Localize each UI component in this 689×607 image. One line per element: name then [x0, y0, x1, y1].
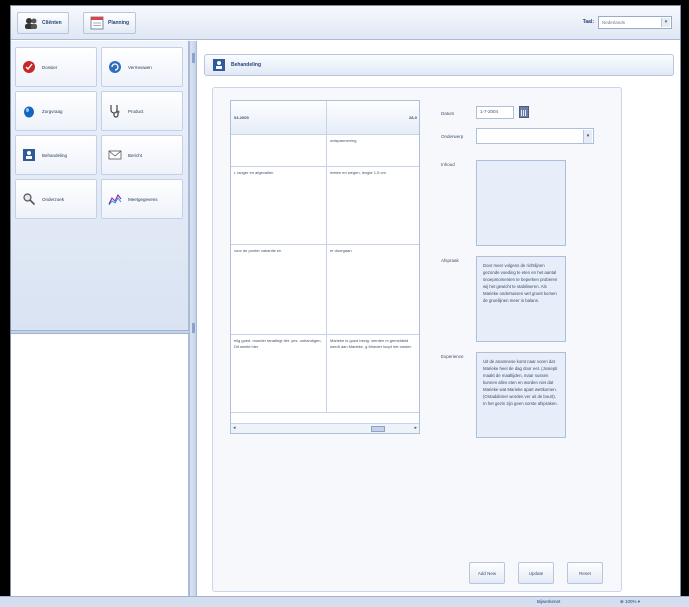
- status-text: Bijwerkenet: [537, 599, 561, 604]
- stethoscope-icon: [110, 105, 120, 118]
- vertical-splitter[interactable]: [189, 41, 197, 602]
- main-content: Behandeling 03-2005 28-0 ontspannen/ng r…: [198, 41, 680, 602]
- clients-button[interactable]: Cliënten: [17, 12, 69, 34]
- nav-item-label: Product: [128, 108, 144, 114]
- language-label: Taal:: [582, 19, 594, 25]
- datum-label: Datum: [441, 111, 455, 116]
- panel-title: Behandeling: [231, 62, 262, 68]
- scroll-right-icon[interactable]: ▸: [414, 425, 417, 431]
- nav-item-onderzoek[interactable]: Onderzoek: [15, 179, 97, 219]
- nav-item-label: Onderzoek: [42, 196, 65, 202]
- chevron-down-icon[interactable]: ▾: [661, 18, 670, 27]
- nav-item-bericht[interactable]: Bericht: [101, 135, 183, 175]
- reset-button[interactable]: Reset: [567, 562, 603, 584]
- planning-button[interactable]: Planning: [83, 12, 137, 34]
- nav-item-label: Meetgegevens: [128, 196, 158, 202]
- zoom-control[interactable]: ⊕ 100% ▾: [620, 599, 640, 605]
- chart-icon: [108, 193, 122, 206]
- treatment-form-panel: 03-2005 28-0 ontspannen/ng r, langer en …: [212, 87, 622, 592]
- inhoud-textarea[interactable]: [476, 160, 566, 246]
- table-header-cell[interactable]: 28-0: [327, 101, 419, 135]
- onderwerp-select[interactable]: ▾: [476, 128, 594, 144]
- afspraak-textarea[interactable]: Door meer volgens de richtlijnen gezonde…: [476, 256, 566, 342]
- table-cell: voor de ponter vakantie en: [231, 245, 327, 335]
- table-cell: r, langer en afgevallen: [231, 167, 327, 245]
- afspraak-label: Afspraak: [441, 258, 459, 263]
- clients-label: Cliënten: [42, 20, 62, 26]
- table-cell: [231, 135, 327, 167]
- nav-item-label: Dossier: [42, 64, 58, 70]
- nav-item-label: Bericht: [128, 152, 143, 158]
- language-select[interactable]: Nederlands ▾: [598, 16, 672, 29]
- planning-label: Planning: [108, 20, 130, 26]
- nav-item-product[interactable]: Product: [101, 91, 183, 131]
- clients-icon: [25, 18, 37, 29]
- panel-header: Behandeling: [204, 54, 674, 76]
- table-header-cell[interactable]: 03-2005: [231, 101, 327, 135]
- chevron-down-icon[interactable]: ▾: [583, 130, 592, 143]
- nav-item-label: Vermeuwen: [128, 64, 152, 70]
- envelope-icon: [108, 150, 122, 160]
- top-toolbar: Cliënten Planning Taal: Nederlands ▾: [11, 6, 680, 40]
- nav-item-label: Behandeling: [42, 152, 68, 158]
- nav-item-label: Zorgvraag: [42, 108, 63, 114]
- add-new-button[interactable]: Add New: [469, 562, 505, 584]
- nav-item-behandeling[interactable]: Behandeling: [15, 135, 97, 175]
- language-value: Nederlands: [602, 20, 626, 25]
- splitter-grip: [192, 53, 195, 63]
- dossier-icon: [23, 61, 35, 73]
- refresh-icon: [109, 61, 121, 73]
- app-window: Cliënten Planning Taal: Nederlands ▾ Dos…: [10, 5, 681, 602]
- experience-label: Experience: [441, 354, 464, 359]
- status-bar: Bijwerkenet ⊕ 100% ▾: [0, 596, 689, 607]
- nav-item-dossier[interactable]: Dossier: [15, 47, 97, 87]
- planning-icon: [90, 16, 104, 30]
- horizontal-scrollbar[interactable]: ◂ ▸: [231, 423, 419, 433]
- table-cell: ontspannen/ng: [327, 135, 419, 167]
- datum-input[interactable]: 1-7-2004: [476, 106, 514, 119]
- update-button[interactable]: Update: [518, 562, 554, 584]
- magnifier-icon: [23, 193, 36, 206]
- onderwerp-label: Onderwerp: [441, 134, 464, 139]
- table-cell: elig goed. moeder fanatiegt tiet. yes. u…: [231, 335, 327, 413]
- scroll-left-icon[interactable]: ◂: [233, 425, 236, 431]
- treatment-icon: [213, 59, 225, 71]
- left-lower-panel: [11, 334, 189, 602]
- splitter-grip: [192, 323, 195, 333]
- scroll-thumb[interactable]: [371, 426, 385, 432]
- table-cell: meten en wegen, lengte 1,5 cm: [327, 167, 419, 245]
- nav-item-meetgegevens[interactable]: Meetgegevens: [101, 179, 183, 219]
- history-table: 03-2005 28-0 ontspannen/ng r, langer en …: [230, 100, 420, 434]
- table-cell: Marieke is goed bezig. werden m gemiddel…: [327, 335, 419, 413]
- treatment-icon: [23, 149, 35, 161]
- drop-icon: [24, 106, 34, 118]
- experience-textarea[interactable]: Uit de anamnese komt naar voren dat Mari…: [476, 352, 566, 438]
- nav-grid: Dossier Vermeuwen Zorgvraag Product Beha…: [15, 47, 183, 219]
- nav-item-vermeuwen[interactable]: Vermeuwen: [101, 47, 183, 87]
- left-nav-panel: Dossier Vermeuwen Zorgvraag Product Beha…: [11, 41, 189, 330]
- table-cell: er doorgaan: [327, 245, 419, 335]
- calendar-icon[interactable]: [519, 106, 529, 118]
- inhoud-label: Inhoud: [441, 162, 455, 167]
- nav-item-zorgvraag[interactable]: Zorgvraag: [15, 91, 97, 131]
